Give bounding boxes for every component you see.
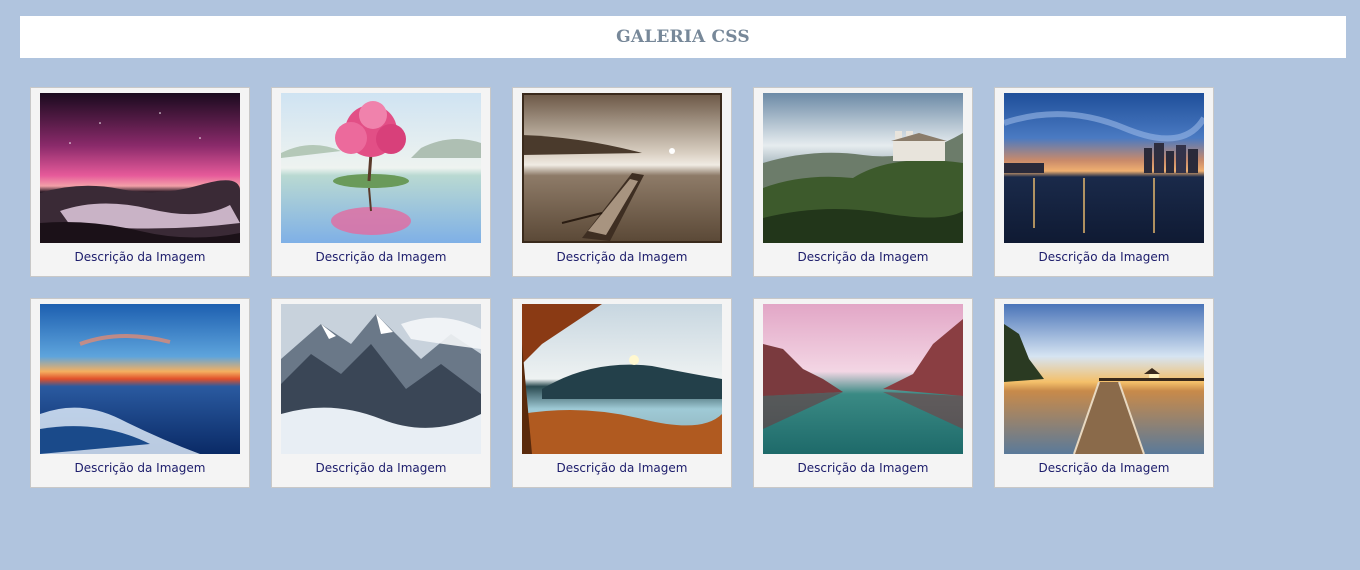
image-caption: Descrição da Imagem bbox=[1038, 461, 1170, 475]
hill-church-image[interactable] bbox=[763, 93, 963, 243]
autumn-lake-image[interactable] bbox=[522, 304, 722, 454]
image-gallery: Descrição da Imagem Descrição da Imagem … bbox=[30, 87, 1214, 488]
image-caption: Descrição da Imagem bbox=[556, 461, 688, 475]
image-caption: Descrição da Imagem bbox=[797, 461, 929, 475]
snowy-mountains-image[interactable] bbox=[281, 304, 481, 454]
gallery-card[interactable]: Descrição da Imagem bbox=[271, 298, 491, 488]
image-caption: Descrição da Imagem bbox=[315, 461, 447, 475]
gallery-card[interactable]: Descrição da Imagem bbox=[512, 87, 732, 277]
ocean-sunset-image[interactable] bbox=[40, 304, 240, 454]
image-caption: Descrição da Imagem bbox=[797, 250, 929, 264]
city-night-image[interactable] bbox=[1004, 93, 1204, 243]
gallery-card[interactable]: Descrição da Imagem bbox=[994, 87, 1214, 277]
gallery-card[interactable]: Descrição da Imagem bbox=[30, 87, 250, 277]
pink-sky-lake-image[interactable] bbox=[763, 304, 963, 454]
page-title: GALERIA CSS bbox=[616, 27, 750, 47]
image-caption: Descrição da Imagem bbox=[315, 250, 447, 264]
image-caption: Descrição da Imagem bbox=[74, 461, 206, 475]
pier-sunset-image[interactable] bbox=[1004, 304, 1204, 454]
image-caption: Descrição da Imagem bbox=[1038, 250, 1170, 264]
page-header: GALERIA CSS bbox=[20, 16, 1346, 58]
gallery-card[interactable]: Descrição da Imagem bbox=[753, 87, 973, 277]
gallery-card[interactable]: Descrição da Imagem bbox=[753, 298, 973, 488]
gallery-card[interactable]: Descrição da Imagem bbox=[994, 298, 1214, 488]
image-caption: Descrição da Imagem bbox=[74, 250, 206, 264]
sepia-boat-image[interactable] bbox=[522, 93, 722, 243]
image-caption: Descrição da Imagem bbox=[556, 250, 688, 264]
cherry-tree-image[interactable] bbox=[281, 93, 481, 243]
gallery-card[interactable]: Descrição da Imagem bbox=[512, 298, 732, 488]
aurora-beach-image[interactable] bbox=[40, 93, 240, 243]
gallery-card[interactable]: Descrição da Imagem bbox=[30, 298, 250, 488]
gallery-card[interactable]: Descrição da Imagem bbox=[271, 87, 491, 277]
